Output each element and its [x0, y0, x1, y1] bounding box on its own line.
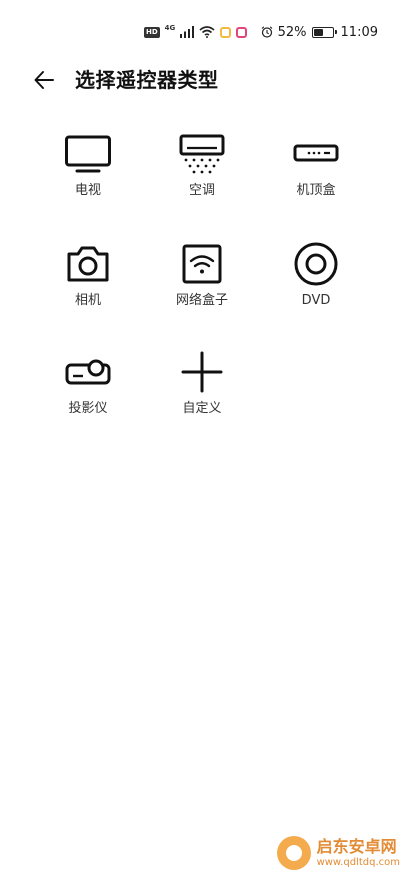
device-camera[interactable]: 相机 — [28, 238, 148, 310]
status-bar: HD 4G 52% 11:09 — [0, 0, 408, 62]
device-label: DVD — [301, 293, 331, 308]
watermark-title: 启东安卓网 — [316, 837, 397, 856]
device-label: 网络盒子 — [175, 293, 228, 308]
projector-icon — [62, 346, 114, 398]
air-conditioner-icon — [176, 128, 228, 180]
device-label: 相机 — [74, 293, 101, 308]
battery-level-fill — [313, 28, 323, 36]
back-button[interactable] — [28, 64, 60, 96]
watermark-url: www.qdltdq.com — [316, 857, 400, 868]
status-bar-left: HD 4G — [144, 24, 248, 40]
device-set-top-box[interactable]: 机顶盒 — [256, 128, 376, 200]
watermark-logo-icon — [276, 836, 311, 870]
device-network-box[interactable]: 网络盒子 — [142, 238, 262, 310]
device-aircon[interactable]: 空调 — [142, 128, 262, 200]
plus-icon — [176, 346, 228, 398]
camera-icon — [62, 238, 114, 290]
hd-badge-icon: HD — [144, 26, 160, 38]
clock: 11:09 — [340, 24, 378, 40]
app-notification-icon — [220, 26, 232, 38]
set-top-box-icon — [290, 128, 342, 180]
tv-icon — [62, 128, 114, 180]
watermark-text: 启东安卓网 www.qdltdq.com — [317, 837, 400, 869]
device-label: 自定义 — [182, 401, 222, 416]
calendar-notification-icon — [236, 26, 248, 38]
arrow-left-icon — [34, 71, 54, 89]
device-label: 机顶盒 — [296, 183, 336, 198]
page-title: 选择遥控器类型 — [75, 68, 219, 92]
network-type-label: 4G — [164, 24, 176, 32]
device-label: 空调 — [188, 183, 215, 198]
signal-icon — [180, 26, 195, 38]
device-tv[interactable]: 电视 — [28, 128, 148, 200]
network-box-icon — [176, 238, 228, 290]
status-bar-right: 52% 11:09 — [261, 23, 378, 41]
device-label: 电视 — [74, 183, 101, 198]
device-dvd[interactable]: DVD — [256, 238, 376, 310]
device-projector[interactable]: 投影仪 — [28, 346, 148, 418]
alarm-icon — [261, 26, 273, 38]
disc-icon — [290, 238, 342, 290]
site-watermark: 启东安卓网 www.qdltdq.com — [276, 836, 400, 870]
wifi-icon — [199, 26, 215, 38]
device-label: 投影仪 — [68, 401, 108, 416]
app-header: 选择遥控器类型 — [0, 62, 408, 100]
battery-percent: 52% — [277, 24, 307, 40]
battery-icon — [311, 26, 337, 38]
device-custom[interactable]: 自定义 — [142, 346, 262, 418]
